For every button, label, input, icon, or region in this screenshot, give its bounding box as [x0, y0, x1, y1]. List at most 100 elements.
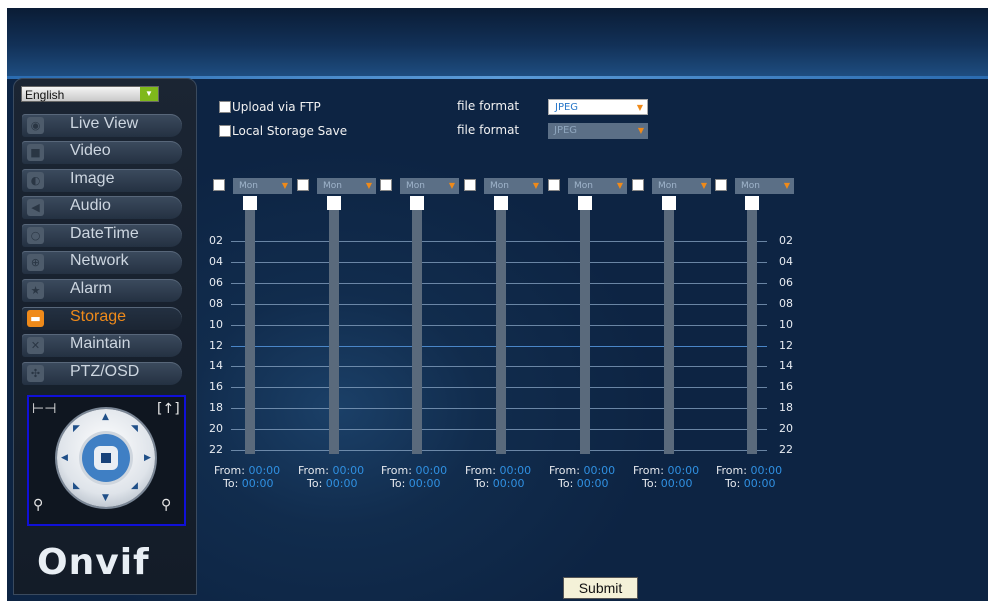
local-save-format-select[interactable]: JPEG ▼	[548, 123, 648, 139]
from-time: From: 00:00	[633, 464, 699, 477]
sidebar-item-video[interactable]: ■ Video	[22, 141, 182, 164]
time-slider-start-handle[interactable]	[243, 196, 257, 210]
hour-label-right: 16	[779, 380, 793, 393]
from-time: From: 00:00	[214, 464, 280, 477]
time-slider-track[interactable]	[412, 210, 422, 454]
sidebar-item-ptz-osd[interactable]: ✣ PTZ/OSD	[22, 362, 182, 385]
logo-text: nvif	[68, 542, 150, 583]
sidebar-item-audio[interactable]: ◀ Audio	[22, 196, 182, 219]
day-enable-checkbox[interactable]	[632, 179, 644, 191]
time-slider-start-handle[interactable]	[745, 196, 759, 210]
direction-wheel[interactable]: ▲ ▼ ◀ ▶ ◤ ◥ ◣ ◢	[57, 409, 155, 507]
hour-label-right: 18	[779, 401, 793, 414]
chat-bubble-icon: ◉	[27, 117, 44, 134]
arrow-right-icon[interactable]: ▶	[144, 453, 151, 463]
hour-label-left: 02	[209, 234, 223, 247]
submit-button[interactable]: Submit	[563, 577, 638, 599]
arrow-up-left-icon[interactable]: ◤	[73, 424, 80, 434]
sidebar-item-maintain[interactable]: ✕ Maintain	[22, 334, 182, 357]
sidebar-item-label: Live View	[70, 115, 139, 132]
day-select-value: Mon	[406, 181, 425, 191]
arrow-down-right-icon[interactable]: ◢	[131, 481, 138, 491]
time-slider-track[interactable]	[245, 210, 255, 454]
arrow-up-right-icon[interactable]: ◥	[131, 424, 138, 434]
time-slider-track[interactable]	[580, 210, 590, 454]
hour-label-left: 04	[209, 255, 223, 268]
day-enable-checkbox[interactable]	[715, 179, 727, 191]
time-slider-start-handle[interactable]	[494, 196, 508, 210]
from-value: 00:00	[583, 464, 616, 477]
day-enable-checkbox[interactable]	[380, 179, 392, 191]
time-slider-track[interactable]	[747, 210, 757, 454]
to-label: To:	[390, 477, 406, 490]
sidebar-item-datetime[interactable]: ○ DateTime	[22, 224, 182, 247]
from-time: From: 00:00	[465, 464, 531, 477]
hour-label-left: 20	[209, 422, 223, 435]
day-enable-checkbox[interactable]	[213, 179, 225, 191]
sidebar-item-live-view[interactable]: ◉ Live View	[22, 114, 182, 137]
day-select[interactable]: Mon ▼	[735, 178, 794, 194]
focus-icon[interactable]: [↑]	[157, 401, 180, 417]
hour-label-right: 10	[779, 318, 793, 331]
sidebar-item-storage[interactable]: ▬ Storage	[22, 307, 182, 330]
to-time: To: 00:00	[307, 477, 358, 490]
from-time: From: 00:00	[381, 464, 447, 477]
to-time: To: 00:00	[474, 477, 525, 490]
day-select[interactable]: Mon ▼	[400, 178, 459, 194]
from-value: 00:00	[332, 464, 365, 477]
day-select-value: Mon	[323, 181, 342, 191]
stop-button[interactable]	[94, 446, 118, 470]
day-select[interactable]: Mon ▼	[568, 178, 627, 194]
zoom-in-icon[interactable]: ⚲	[161, 497, 171, 513]
arrow-up-icon[interactable]: ▲	[102, 412, 109, 422]
upload-ftp-label: Upload via FTP	[232, 100, 321, 114]
day-enable-checkbox[interactable]	[464, 179, 476, 191]
language-select[interactable]: English ▼	[21, 86, 159, 102]
from-time: From: 00:00	[298, 464, 364, 477]
time-slider-start-handle[interactable]	[410, 196, 424, 210]
day-select[interactable]: Mon ▼	[652, 178, 711, 194]
local-save-label: Local Storage Save	[232, 124, 348, 138]
day-select[interactable]: Mon ▼	[317, 178, 376, 194]
chevron-down-icon: ▼	[700, 181, 707, 190]
sidebar-item-alarm[interactable]: ★ Alarm	[22, 279, 182, 302]
from-value: 00:00	[415, 464, 448, 477]
time-slider-track[interactable]	[496, 210, 506, 454]
from-label: From:	[298, 464, 329, 477]
to-time: To: 00:00	[642, 477, 693, 490]
time-slider-start-handle[interactable]	[662, 196, 676, 210]
to-time: To: 00:00	[725, 477, 776, 490]
time-slider-track[interactable]	[329, 210, 339, 454]
sidebar-item-label: Audio	[70, 197, 111, 214]
hour-label-right: 12	[779, 339, 793, 352]
wheel-inner-ring	[82, 434, 130, 482]
sidebar-item-image[interactable]: ◐ Image	[22, 169, 182, 192]
upload-ftp-format-label: file format	[457, 99, 520, 113]
chevron-down-icon: ▼	[448, 181, 455, 190]
image-icon: ◐	[27, 172, 44, 189]
time-slider-start-handle[interactable]	[578, 196, 592, 210]
zoom-fit-icon[interactable]: ⊢⊣	[32, 401, 56, 417]
wrench-icon: ✕	[27, 337, 44, 354]
zoom-out-icon[interactable]: ⚲	[33, 497, 43, 513]
upload-ftp-checkbox[interactable]	[219, 101, 231, 113]
stop-icon	[101, 453, 111, 463]
hour-label-left: 08	[209, 297, 223, 310]
arrow-down-icon[interactable]: ▼	[102, 493, 109, 503]
time-slider-track[interactable]	[664, 210, 674, 454]
time-slider-start-handle[interactable]	[327, 196, 341, 210]
chevron-down-icon: ▼	[637, 126, 644, 135]
local-save-checkbox[interactable]	[219, 125, 231, 137]
arrow-down-left-icon[interactable]: ◣	[73, 481, 80, 491]
day-enable-checkbox[interactable]	[297, 179, 309, 191]
day-select[interactable]: Mon ▼	[233, 178, 292, 194]
sidebar-item-network[interactable]: ⊕ Network	[22, 251, 182, 274]
day-enable-checkbox[interactable]	[548, 179, 560, 191]
upload-ftp-format-value: JPEG	[555, 102, 579, 113]
day-select[interactable]: Mon ▼	[484, 178, 543, 194]
day-select-value: Mon	[490, 181, 509, 191]
hour-label-right: 14	[779, 359, 793, 372]
to-label: To:	[223, 477, 239, 490]
arrow-left-icon[interactable]: ◀	[61, 453, 68, 463]
upload-ftp-format-select[interactable]: JPEG ▼	[548, 99, 648, 115]
